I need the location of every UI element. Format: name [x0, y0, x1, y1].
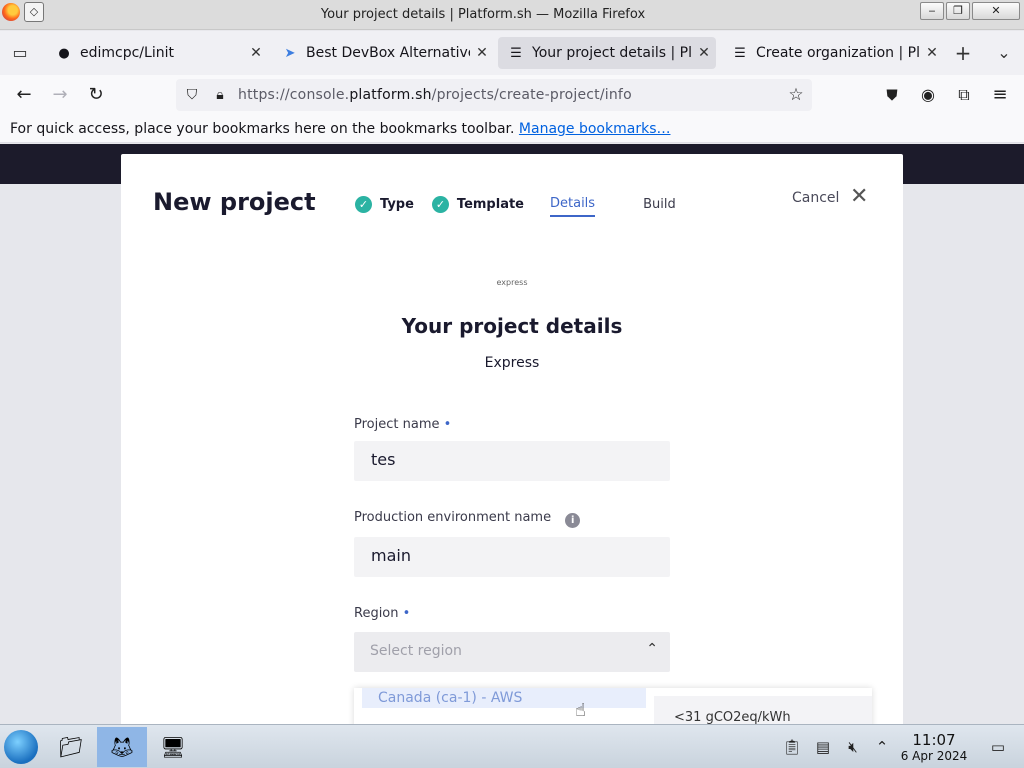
cancel-button[interactable]: Cancel — [792, 190, 839, 206]
tab-label: Create organization | Pla — [756, 45, 920, 61]
firefox-view-icon[interactable]: ▭ — [10, 43, 30, 63]
step-details[interactable]: Details — [550, 196, 596, 217]
region-label-text: Region — [354, 606, 399, 621]
menu-icon[interactable]: ≡ — [988, 84, 1012, 106]
address-bar[interactable]: ⛉ 🔒︎ https://console.platform.sh/project… — [176, 79, 812, 111]
bookmark-star-icon[interactable]: ☆ — [784, 84, 808, 106]
url-domain: platform.sh — [349, 87, 432, 103]
back-arrow-icon[interactable]: ← — [12, 84, 36, 106]
page-content: New project ✓ Type ✓ Template Details Bu… — [0, 144, 1024, 724]
maximize-button[interactable]: ❐ — [946, 2, 970, 20]
show-desktop-icon[interactable]: ▭ — [988, 737, 1008, 757]
template-name: Express — [484, 355, 540, 371]
tab-label: Best DevBox Alternatives — [306, 45, 470, 61]
step-build[interactable]: Build — [643, 192, 676, 217]
env-name-input[interactable]: main — [354, 537, 670, 577]
tab-create-organization[interactable]: ☰ Create organization | Pla ✕ — [722, 37, 944, 69]
bookmarks-hint-text: For quick access, place your bookmarks h… — [10, 121, 515, 137]
tab-list-icon[interactable]: ⌄ — [994, 43, 1014, 63]
clipboard-tray-icon[interactable]: 📋︎ — [782, 737, 802, 757]
region-dropdown: Canada (ca-1) - AWS <31 gCO2eq/kWh — [354, 688, 872, 724]
template-logo: express — [496, 278, 528, 287]
region-option[interactable]: Canada (ca-1) - AWS — [362, 688, 646, 708]
check-circle-icon: ✓ — [355, 196, 372, 213]
file-manager-icon[interactable]: 📁︎ — [46, 727, 96, 767]
bookmarks-hint: For quick access, place your bookmarks h… — [10, 121, 670, 137]
window-title: Your project details | Platform.sh — Moz… — [320, 7, 646, 22]
shield-icon[interactable]: ⛉ — [180, 84, 204, 106]
step-label: Details — [550, 196, 596, 211]
devbox-icon: ➤ — [284, 45, 296, 61]
url-prefix: https://console. — [238, 87, 350, 103]
step-type[interactable]: ✓ Type — [355, 192, 414, 217]
project-name-label: Project name • — [354, 417, 451, 432]
forward-arrow-icon[interactable]: → — [48, 84, 72, 106]
close-icon[interactable]: ✕ — [850, 184, 868, 209]
region-carbon-info: <31 gCO2eq/kWh — [654, 696, 872, 724]
wizard-steps: ✓ Type ✓ Template Details Build — [355, 192, 694, 217]
project-name-input[interactable]: tes — [354, 441, 670, 481]
step-label: Build — [643, 197, 676, 212]
region-select[interactable]: Select region ⌃ — [354, 632, 670, 672]
tab-project-details[interactable]: ☰ Your project details | Plat ✕ — [498, 37, 716, 69]
extensions-icon[interactable]: ⧉ — [952, 84, 976, 106]
firefox-taskbar-icon[interactable]: 🦊︎ — [97, 727, 147, 767]
project-name-label-text: Project name — [354, 417, 440, 432]
chevron-up-icon: ⌃ — [646, 641, 658, 657]
lock-icon[interactable]: 🔒︎ — [208, 84, 232, 106]
required-mark: • — [402, 606, 411, 621]
page-icon: ☰ — [734, 45, 746, 61]
required-mark: • — [443, 417, 452, 432]
new-tab-icon[interactable]: + — [953, 43, 973, 63]
tab-close-icon[interactable]: ✕ — [470, 45, 494, 61]
bookmarks-toolbar: For quick access, place your bookmarks h… — [0, 115, 1024, 143]
section-title: Your project details — [401, 314, 623, 338]
reload-icon[interactable]: ↻ — [84, 84, 108, 106]
pocket-icon[interactable]: ⛊ — [880, 84, 904, 106]
minimize-button[interactable]: ‒ — [920, 2, 944, 20]
env-name-label: Production environment name i — [354, 510, 581, 528]
notes-tray-icon[interactable]: ▤ — [813, 737, 833, 757]
check-circle-icon: ✓ — [431, 196, 449, 213]
clock-date[interactable]: 6 Apr 2024 — [895, 749, 973, 763]
account-icon[interactable]: ◉ — [916, 84, 940, 106]
tab-label: Your project details | Plat — [532, 45, 692, 61]
region-placeholder: Select region — [370, 643, 462, 659]
step-template[interactable]: ✓ Template — [431, 192, 524, 217]
manage-bookmarks-link[interactable]: Manage bookmarks… — [519, 121, 671, 137]
window-titlebar: ◇ Your project details | Platform.sh — M… — [0, 0, 1024, 30]
region-label: Region • — [354, 606, 410, 621]
tab-devbox[interactable]: ➤ Best DevBox Alternatives ✕ — [272, 37, 494, 69]
navigation-bar: ← → ↻ ⛉ 🔒︎ https://console.platform.sh/p… — [0, 75, 1024, 115]
page-icon: ☰ — [510, 45, 522, 61]
tab-close-icon[interactable]: ✕ — [920, 45, 944, 61]
chevron-up-tray-icon[interactable]: ⌃ — [872, 737, 892, 757]
tab-github[interactable]: ● edimcpc/Linit ✕ — [46, 37, 268, 69]
github-icon: ● — [58, 45, 70, 61]
volume-muted-icon[interactable]: 🔇︎ — [843, 737, 863, 757]
start-button[interactable] — [4, 730, 38, 764]
clock-time[interactable]: 11:07 — [901, 731, 967, 749]
tab-label: edimcpc/Linit — [80, 45, 174, 61]
info-icon[interactable]: i — [565, 513, 581, 528]
new-project-modal: New project ✓ Type ✓ Template Details Bu… — [121, 154, 903, 724]
tab-strip: ▭ ● edimcpc/Linit ✕ ➤ Best DevBox Altern… — [0, 31, 1024, 75]
tab-close-icon[interactable]: ✕ — [692, 45, 716, 61]
step-label: Template — [456, 197, 524, 212]
hand-cursor-icon: ☝ — [575, 700, 586, 721]
url-path: /projects/create-project/info — [431, 87, 632, 103]
taskbar: 📁︎ 🦊︎ 🖥︎ 📋︎ ▤ 🔇︎ ⌃ 11:07 6 Apr 2024 ▭ — [0, 724, 1024, 768]
step-label: Type — [380, 197, 414, 212]
tab-close-icon[interactable]: ✕ — [244, 45, 268, 61]
env-name-label-text: Production environment name — [354, 510, 552, 525]
system-settings-icon[interactable]: 🖥︎ — [148, 727, 198, 767]
url-text[interactable]: https://console.platform.sh/projects/cre… — [238, 87, 632, 103]
window-close-button[interactable]: ✕ — [972, 2, 1020, 20]
modal-heading: New project — [153, 188, 316, 216]
